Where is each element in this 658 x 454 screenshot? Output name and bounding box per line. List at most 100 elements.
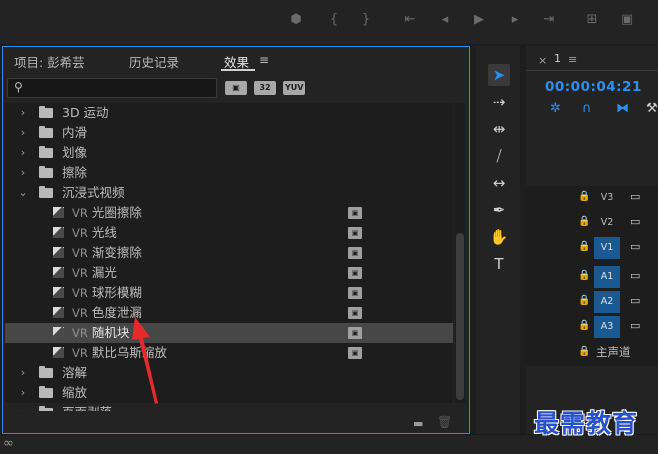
effect-label: 光圈擦除	[91, 205, 142, 220]
razor-tool-icon[interactable]: ⧸	[488, 145, 510, 167]
linked-selection-icon[interactable]: ⧓	[616, 101, 629, 116]
effect-label: 球形模糊	[91, 285, 142, 300]
lock-icon[interactable]: 🔒	[578, 241, 590, 252]
in-point-icon[interactable]: {	[325, 12, 343, 27]
toggle-output-icon[interactable]: ▭	[630, 215, 640, 228]
yuv-filter-button[interactable]: YUV	[283, 81, 306, 95]
effects-panel: 项目: 彭希芸 历史记录 效果 ≡ ⚲ ▣ 32 YUV › 3D 运动 › 内…	[2, 46, 470, 434]
lock-icon[interactable]: 🔒	[578, 191, 590, 202]
wrench-icon[interactable]: ⚒	[646, 101, 658, 116]
sequence-tab[interactable]: 1	[554, 52, 561, 65]
list-item[interactable]: VR 球形模糊 ▣	[5, 283, 453, 303]
track-target-toggle[interactable]: A2	[594, 291, 620, 313]
32bit-filter-button[interactable]: 32	[254, 81, 276, 95]
lock-icon[interactable]: 🔒	[578, 216, 590, 227]
list-item[interactable]: › 缩放	[5, 383, 453, 403]
list-item[interactable]: › 内滑	[5, 123, 453, 143]
tab-project[interactable]: 项目: 彭希芸	[14, 52, 85, 71]
scrollbar-thumb[interactable]	[456, 233, 464, 400]
list-item[interactable]: VR 光圈擦除 ▣	[5, 203, 453, 223]
snap-magnet-icon[interactable]: ∩	[582, 101, 592, 116]
toggle-output-icon[interactable]: ▭	[630, 269, 640, 282]
list-item[interactable]: › 划像	[5, 143, 453, 163]
chevron-right-icon[interactable]: ›	[17, 403, 29, 411]
track-target-toggle[interactable]: V1	[594, 237, 620, 259]
slip-tool-icon[interactable]: ↔	[488, 172, 510, 194]
vr-prefix: VR	[72, 286, 88, 300]
close-icon[interactable]: ×	[538, 54, 547, 67]
track-target-toggle[interactable]: A3	[594, 316, 620, 338]
track-target-toggle[interactable]: A1	[594, 266, 620, 288]
list-item[interactable]: VR 渐变擦除 ▣	[5, 243, 453, 263]
list-item-selected[interactable]: VR 随机块 ▣	[5, 323, 453, 343]
accelerated-effects-filter-icon[interactable]: ▣	[225, 81, 247, 95]
chevron-down-icon[interactable]: ⌄	[17, 183, 29, 203]
lock-icon[interactable]: 🔒	[578, 320, 590, 331]
track-header: 🔒 V1 ▭	[526, 236, 658, 260]
list-item[interactable]: › 页面剥落	[5, 403, 453, 411]
lock-icon[interactable]: 🔒	[578, 270, 590, 281]
list-item[interactable]: VR 漏光 ▣	[5, 263, 453, 283]
type-tool-icon[interactable]: T	[488, 253, 510, 275]
track-target-toggle[interactable]: V2	[594, 212, 620, 234]
panel-tabs: 项目: 彭希芸 历史记录 效果 ≡	[3, 47, 469, 73]
folder-icon	[39, 126, 53, 138]
watermark: 最需教育	[534, 409, 639, 438]
hand-tool-icon[interactable]: ✋	[488, 226, 510, 248]
chevron-right-icon[interactable]: ›	[17, 143, 29, 163]
list-item[interactable]: ⌄ 沉浸式视频	[5, 183, 453, 203]
export-frame-icon[interactable]: ▣	[618, 12, 636, 27]
folder-icon	[39, 406, 53, 411]
accelerated-badge-icon: ▣	[348, 327, 362, 339]
playhead-timecode[interactable]: 00:00:04:21	[545, 79, 642, 95]
list-item[interactable]: › 溶解	[5, 363, 453, 383]
selection-tool-icon[interactable]: ➤	[488, 64, 510, 86]
tab-history[interactable]: 历史记录	[129, 52, 179, 71]
step-back-icon[interactable]: ◂	[436, 12, 454, 27]
lock-icon[interactable]: 🔒	[578, 346, 590, 357]
new-bin-icon[interactable]: ▬	[413, 417, 423, 430]
track-headers: 🔒 V3 ▭ 🔒 V2 ▭ 🔒 V1 ▭ 🔒 A1 ▭ 🔒 A2 ▭ 🔒 A3 …	[526, 186, 658, 366]
track-header: 🔒 V2 ▭	[526, 211, 658, 235]
sequence-menu-icon[interactable]: ≡	[568, 53, 577, 66]
go-to-out-icon[interactable]: ⇥	[540, 12, 558, 27]
step-forward-icon[interactable]: ▸	[506, 12, 524, 27]
list-item[interactable]: VR 光线 ▣	[5, 223, 453, 243]
creative-cloud-icon[interactable]: ∞	[3, 436, 14, 451]
out-point-icon[interactable]: }	[357, 12, 375, 27]
trash-icon[interactable]: 🗑	[437, 415, 452, 429]
chevron-right-icon[interactable]: ›	[17, 103, 29, 123]
folder-icon	[39, 106, 53, 118]
toggle-output-icon[interactable]: ▭	[630, 190, 640, 203]
folder-label: 缩放	[62, 385, 88, 400]
accelerated-badge-icon: ▣	[348, 307, 362, 319]
track-target-toggle[interactable]: V3	[594, 187, 620, 209]
effect-label: 漏光	[91, 265, 117, 280]
chevron-right-icon[interactable]: ›	[17, 363, 29, 383]
chevron-right-icon[interactable]: ›	[17, 123, 29, 143]
toggle-output-icon[interactable]: ▭	[630, 294, 640, 307]
folder-label: 页面剥落	[62, 403, 112, 411]
go-to-in-icon[interactable]: ⇤	[401, 12, 419, 27]
toggle-output-icon[interactable]: ▭	[630, 240, 640, 253]
panel-menu-icon[interactable]: ≡	[259, 53, 269, 67]
nest-sequence-icon[interactable]: ✲	[550, 101, 561, 116]
track-select-tool-icon[interactable]: ⇢	[488, 91, 510, 113]
toggle-output-icon[interactable]: ▭	[630, 319, 640, 332]
list-item[interactable]: VR 默比乌斯缩放 ▣	[5, 343, 453, 363]
play-icon[interactable]: ▶	[470, 12, 488, 27]
chevron-right-icon[interactable]: ›	[17, 163, 29, 183]
pen-tool-icon[interactable]: ✒	[488, 199, 510, 221]
list-item[interactable]: VR 色度泄漏 ▣	[5, 303, 453, 323]
transition-effect-icon	[53, 267, 64, 278]
ripple-edit-tool-icon[interactable]: ⇹	[488, 118, 510, 140]
marker-icon[interactable]: ⬢	[287, 12, 305, 27]
lock-icon[interactable]: 🔒	[578, 295, 590, 306]
insert-icon[interactable]: ⊞	[583, 12, 601, 27]
list-item[interactable]: › 擦除	[5, 163, 453, 183]
list-item[interactable]: › 3D 运动	[5, 103, 453, 123]
chevron-right-icon[interactable]: ›	[17, 383, 29, 403]
folder-label: 3D 运动	[62, 105, 109, 120]
effect-label: 渐变擦除	[91, 245, 142, 260]
search-input[interactable]: ⚲	[7, 78, 217, 98]
